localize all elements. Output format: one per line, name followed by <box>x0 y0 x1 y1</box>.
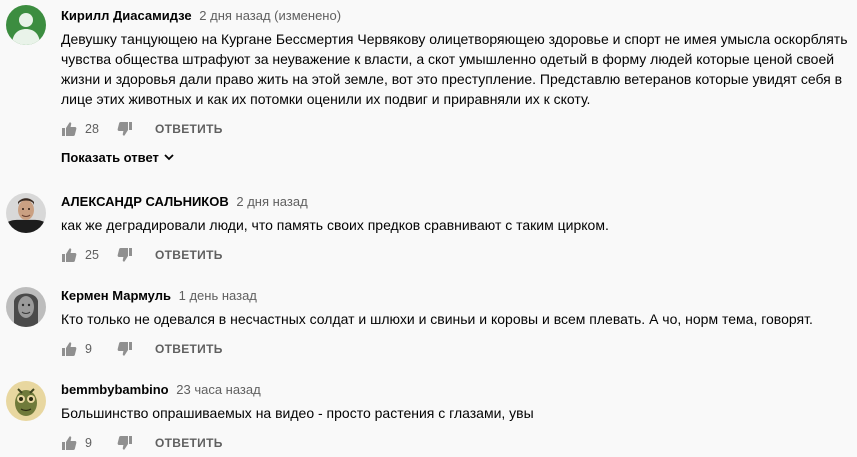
avatar[interactable] <box>6 287 46 327</box>
like-count: 28 <box>85 122 99 136</box>
user-photo-icon <box>6 287 46 327</box>
comment-header: Кермен Мармуль 1 день назад <box>61 287 257 305</box>
thumbs-down-icon[interactable] <box>117 121 133 137</box>
reply-button[interactable]: ОТВЕТИТЬ <box>155 436 223 450</box>
comment-text: Большинство опрашиваемых на видео - прос… <box>61 405 534 421</box>
comment-timestamp[interactable]: 2 дня назад <box>236 194 307 209</box>
comment-text: Кто только не одевался в несчастных солд… <box>61 311 813 327</box>
thumbs-up-icon[interactable] <box>61 247 77 263</box>
thumbs-up-icon[interactable] <box>61 341 77 357</box>
comment-actions: 25 ОТВЕТИТЬ <box>61 243 223 267</box>
user-photo-icon <box>6 193 46 233</box>
comment-text: как же деградировали люди, что память св… <box>61 217 609 233</box>
thumbs-down-icon[interactable] <box>117 341 133 357</box>
thumbs-down-icon[interactable] <box>117 435 133 451</box>
person-silhouette-icon <box>6 5 46 45</box>
reply-button[interactable]: ОТВЕТИТЬ <box>155 342 223 356</box>
reply-button[interactable]: ОТВЕТИТЬ <box>155 122 223 136</box>
comment-timestamp[interactable]: 2 дня назад (изменено) <box>199 8 341 23</box>
reply-button[interactable]: ОТВЕТИТЬ <box>155 248 223 262</box>
comment-actions: 9 ОТВЕТИТЬ <box>61 431 223 455</box>
comment-header: АЛЕКСАНДР САЛЬНИКОВ 2 дня назад <box>61 193 308 211</box>
show-replies-button[interactable]: Показать ответ <box>61 148 175 166</box>
thumbs-down-icon[interactable] <box>117 247 133 263</box>
user-photo-icon <box>6 381 46 421</box>
comment-actions: 9 ОТВЕТИТЬ <box>61 337 223 361</box>
like-count: 25 <box>85 248 99 262</box>
author-name[interactable]: Кирилл Диасамидзе <box>61 8 192 23</box>
author-name[interactable]: АЛЕКСАНДР САЛЬНИКОВ <box>61 194 229 209</box>
thumbs-up-icon[interactable] <box>61 121 77 137</box>
comment-timestamp[interactable]: 23 часа назад <box>176 382 260 397</box>
avatar[interactable] <box>6 5 46 45</box>
comment-timestamp[interactable]: 1 день назад <box>179 288 257 303</box>
author-name[interactable]: bemmbybambino <box>61 382 169 397</box>
comment-text: Девушку танцующею на Кургане Бессмертия … <box>61 31 848 107</box>
comment-header: Кирилл Диасамидзе 2 дня назад (изменено) <box>61 7 341 25</box>
thumbs-up-icon[interactable] <box>61 435 77 451</box>
chevron-down-icon <box>164 154 174 161</box>
avatar[interactable] <box>6 193 46 233</box>
show-replies-label: Показать ответ <box>61 149 159 165</box>
comment-actions: 28 ОТВЕТИТЬ <box>61 117 223 141</box>
avatar[interactable] <box>6 381 46 421</box>
comment-header: bemmbybambino 23 часа назад <box>61 381 261 399</box>
like-count: 9 <box>85 436 92 450</box>
author-name[interactable]: Кермен Мармуль <box>61 288 171 303</box>
like-count: 9 <box>85 342 92 356</box>
